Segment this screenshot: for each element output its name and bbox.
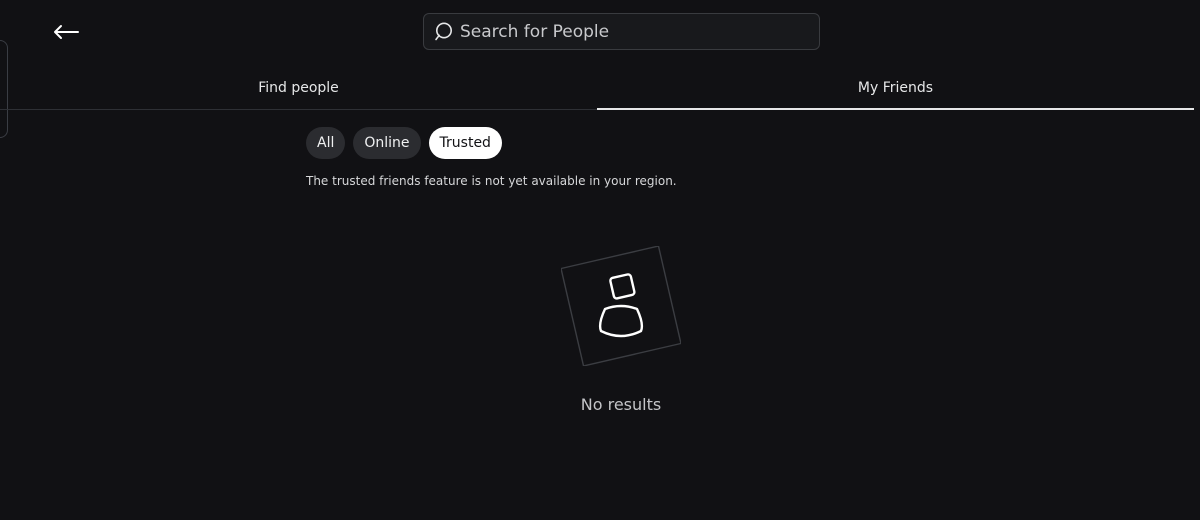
tab-find-people[interactable]: Find people — [0, 66, 597, 109]
search-box[interactable] — [423, 13, 820, 50]
tab-bar: Find people My Friends — [0, 66, 1194, 110]
filter-all-chip[interactable]: All — [306, 127, 346, 159]
person-placeholder-icon — [560, 245, 682, 367]
back-button[interactable] — [50, 16, 82, 48]
no-results-text: No results — [580, 395, 662, 414]
search-input[interactable] — [456, 14, 819, 49]
filter-online-chip[interactable]: Online — [353, 127, 421, 159]
trusted-notice-text: The trusted friends feature is not yet a… — [306, 174, 677, 188]
friend-filter-chips: All Online Trusted — [306, 127, 502, 159]
back-arrow-icon — [54, 25, 79, 39]
people-search-page: Find people My Friends All Online Truste… — [0, 0, 1200, 520]
tab-my-friends[interactable]: My Friends — [597, 66, 1194, 110]
search-icon — [434, 21, 456, 43]
filter-trusted-chip[interactable]: Trusted — [428, 127, 502, 159]
